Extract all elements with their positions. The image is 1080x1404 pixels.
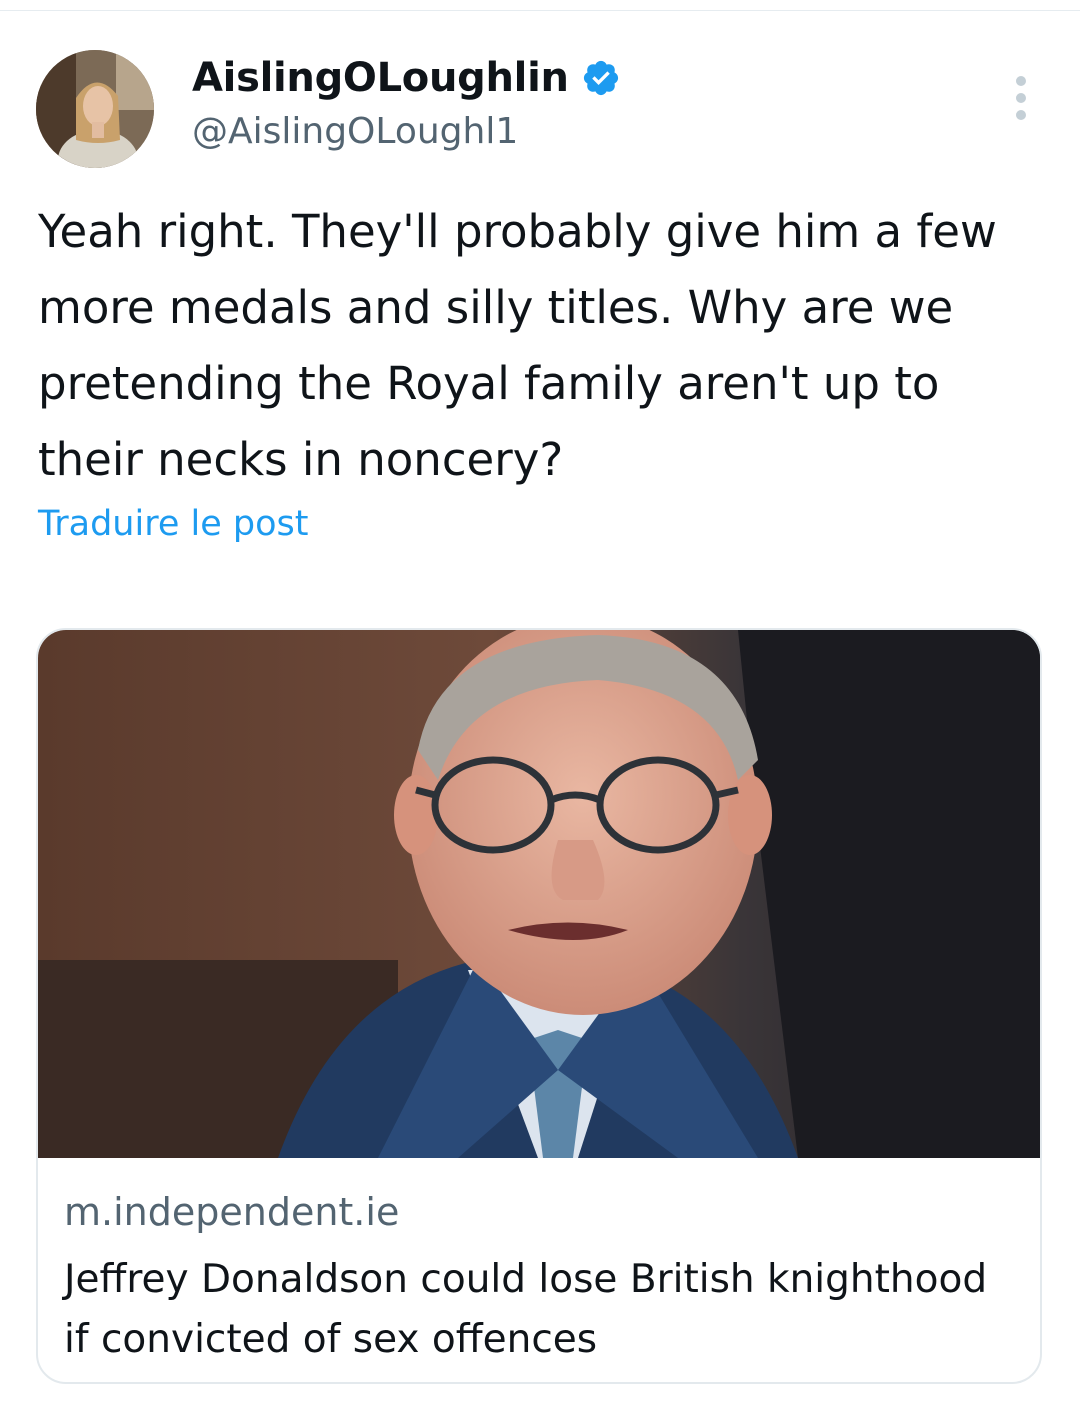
translate-link[interactable]: Traduire le post [38, 498, 308, 550]
verified-badge-icon [583, 60, 618, 96]
user-handle[interactable]: @AislingOLoughl1 [192, 110, 518, 154]
link-card-source: m.independent.ie [64, 1190, 400, 1234]
more-dot [1016, 76, 1026, 86]
news-photo [38, 630, 1040, 1158]
link-card-image[interactable] [38, 630, 1040, 1158]
avatar[interactable] [36, 50, 154, 168]
more-dot [1016, 93, 1026, 103]
more-dot [1016, 110, 1026, 120]
display-name-row[interactable]: AislingOLoughlin [192, 54, 621, 102]
display-name[interactable]: AislingOLoughlin [192, 54, 569, 102]
tweet-text: Yeah right. They'll probably give him a … [38, 205, 997, 486]
more-options-icon[interactable] [1008, 76, 1034, 120]
link-card-title[interactable]: Jeffrey Donaldson could lose British kni… [64, 1250, 1004, 1370]
top-divider [0, 10, 1080, 11]
link-card[interactable]: m.independent.ie Jeffrey Donaldson could… [36, 628, 1042, 1384]
avatar-image [36, 50, 154, 168]
